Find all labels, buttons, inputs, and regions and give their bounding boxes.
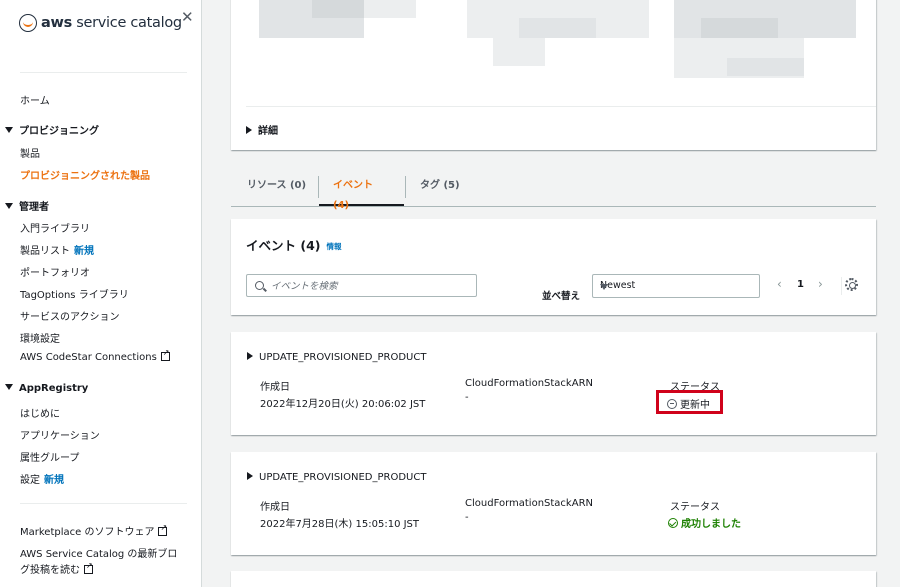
caret-down-icon [5,203,13,209]
nav-home[interactable]: ホーム [20,92,50,107]
created-value: 2022年7月28日(木) 15:05:10 JST [260,519,420,530]
nav-tagoptions-library[interactable]: TagOptions ライブラリ [20,286,129,301]
nav-getting-started[interactable]: はじめに [20,405,60,420]
status-value: 成功しました [668,515,741,530]
nav-latest-blog-line1[interactable]: AWS Service Catalog の最新ブロ [20,545,177,560]
nav-latest-blog-line2[interactable]: グ投稿を読む [20,561,93,576]
external-link-icon [158,523,168,536]
summary-card: 詳細 [231,0,876,150]
redacted-block [364,0,416,18]
success-check-icon [668,518,678,528]
redacted-block [312,0,364,18]
nav-portfolio[interactable]: ポートフォリオ [20,264,90,279]
nav-service-actions[interactable]: サービスのアクション [20,308,120,323]
stack-arn-label: CloudFormationStackARN [465,498,593,509]
caret-right-icon [246,126,252,134]
main-content: 詳細 リソース (0) イベント (4) タグ (5) イベント (4)情報 並… [203,0,900,587]
created-value: 2022年12月20日(火) 20:06:02 JST [260,399,426,410]
new-badge: 新規 [44,475,64,486]
event-card: UPDATE_PROVISIONED_PRODUCT 作成日 2022年7月28… [231,452,876,555]
new-badge: 新規 [74,246,94,257]
page-number[interactable]: 1 [797,279,804,290]
tab-events[interactable]: イベント (4) [319,176,404,211]
nav-applications[interactable]: アプリケーション [20,427,100,442]
nav-products[interactable]: 製品 [20,145,40,160]
caret-right-icon [247,352,253,360]
divider [841,277,842,295]
stack-arn-value: - [465,392,469,403]
sort-select[interactable]: Newest [592,274,760,298]
nav-section-appregistry[interactable]: AppRegistry [5,383,88,394]
nav-product-list[interactable]: 製品リスト 新規 [20,242,94,257]
divider [20,503,187,504]
settings-gear-icon[interactable] [845,278,858,291]
search-icon [255,281,264,290]
event-expand-toggle[interactable]: UPDATE_PROVISIONED_PRODUCT [247,352,426,363]
status-label: ステータス [670,502,720,513]
caret-down-icon [5,127,13,133]
event-search-input[interactable] [271,278,471,294]
events-panel-title: イベント (4) 情報 [246,238,342,253]
close-icon[interactable]: ✕ [181,8,194,26]
nav-section-admin[interactable]: 管理者 [5,198,49,213]
nav-settings[interactable]: 設定 新規 [20,471,64,486]
info-link[interactable]: 情報 [326,242,341,251]
dropdown-caret-icon [600,284,608,290]
status-value: 更新中 [667,396,710,411]
stack-arn-label: CloudFormationStackARN [465,378,593,389]
tab-bar: リソース (0) イベント (4) タグ (5) [231,172,876,211]
aws-logo-icon [19,14,37,32]
caret-right-icon [247,472,253,480]
event-search[interactable] [246,274,477,297]
divider [20,72,187,73]
nav-preferences[interactable]: 環境設定 [20,330,60,345]
event-expand-toggle[interactable]: UPDATE_PROVISIONED_PRODUCT [247,472,426,483]
sort-label: 並べ替え [542,291,581,302]
created-label: 作成日 [260,382,290,393]
external-link-icon [84,561,93,574]
nav-attribute-groups[interactable]: 属性グループ [20,449,79,464]
event-card: UPDATE_PROVISIONED_PRODUCT 作成日 2022年12月2… [231,332,876,435]
nav-section-provisioning[interactable]: プロビジョニング [5,122,99,137]
previous-page-icon[interactable]: ‹ [777,277,782,291]
divider [246,106,876,107]
nav-marketplace-software[interactable]: Marketplace のソフトウェア [20,523,168,538]
redacted-block [701,18,778,38]
redacted-block [519,18,596,38]
tab-tags[interactable]: タグ (5) [406,176,474,206]
created-label: 作成日 [260,502,290,513]
next-page-icon[interactable]: › [818,277,823,291]
external-link-icon [160,348,170,361]
redacted-block [493,38,545,66]
caret-down-icon [5,384,13,390]
event-card [231,571,876,587]
sidebar: aws service catalog ✕ ホーム プロビジョニング 製品 プロ… [0,0,202,587]
in-progress-icon [667,399,677,409]
redacted-block [727,58,804,76]
stack-arn-value: - [465,512,469,523]
nav-provisioned-products[interactable]: プロビジョニングされた製品 [20,167,150,182]
nav-getting-started-library[interactable]: 入門ライブラリ [20,220,90,235]
tab-resources[interactable]: リソース (0) [233,176,320,206]
events-panel: イベント (4)情報 並べ替え Newest ‹ 1 › [231,219,876,315]
service-logo[interactable]: aws service catalog [19,14,182,32]
nav-codestar-connections[interactable]: AWS CodeStar Connections [20,348,170,363]
details-expand-toggle[interactable]: 詳細 [246,122,278,137]
status-highlight-box: 更新中 [656,390,723,414]
